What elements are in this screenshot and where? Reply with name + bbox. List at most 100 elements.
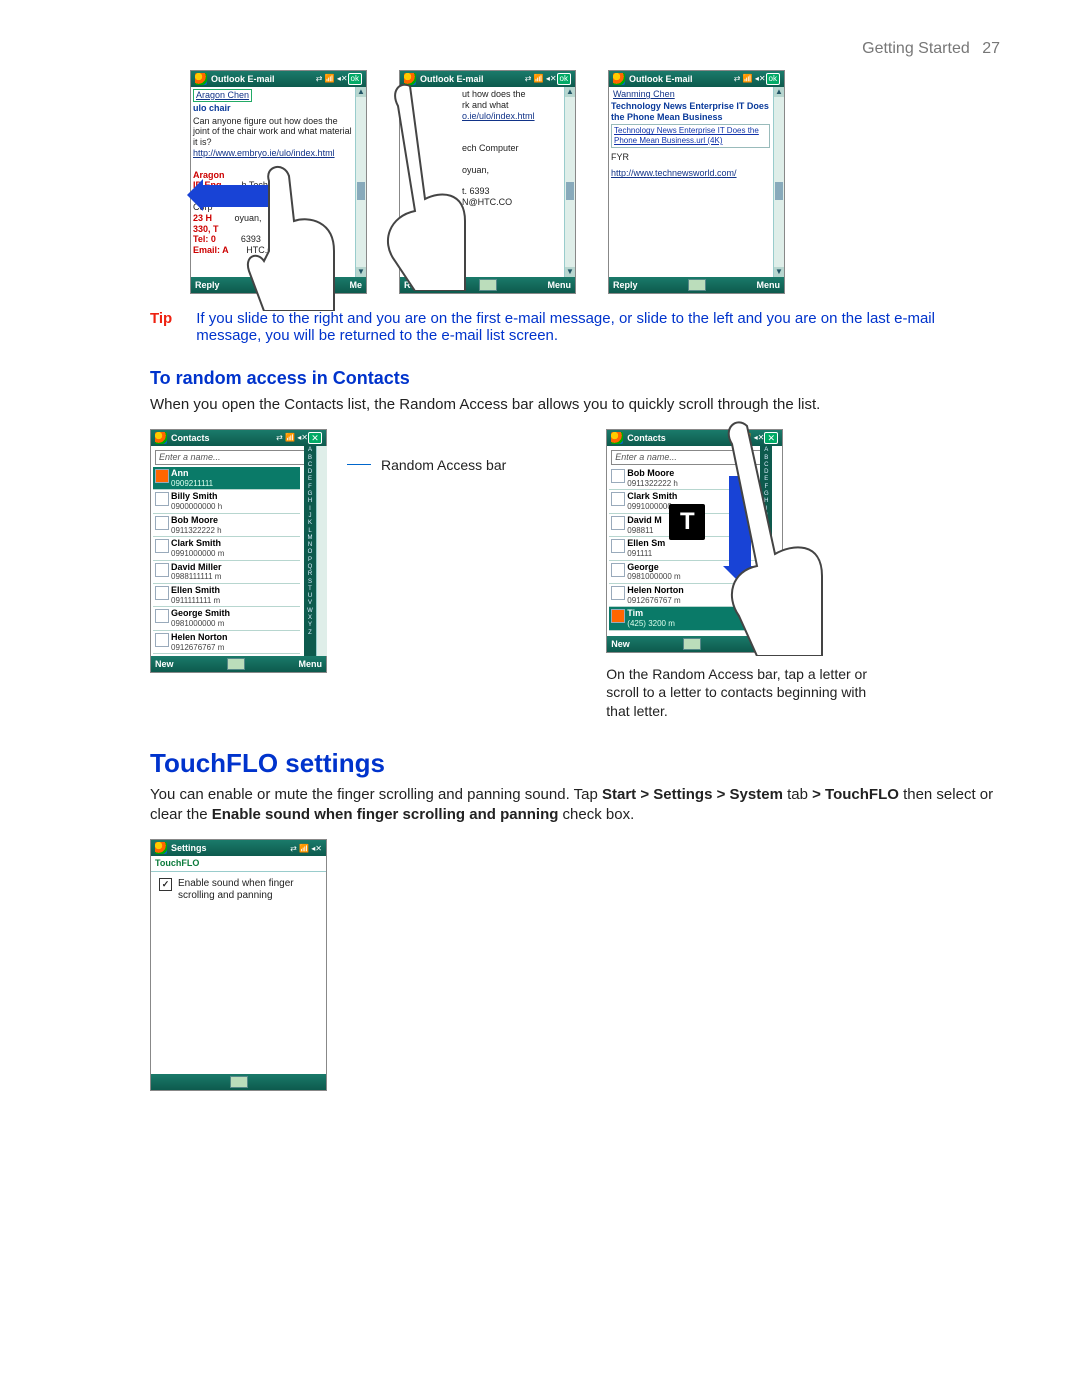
new-button[interactable]: New [611,639,630,650]
titlebar: Outlook E-mail ⇄ 📶 ◂✕ ok [609,71,784,87]
keyboard-icon[interactable] [479,279,497,291]
ok-button[interactable]: ok [557,73,571,85]
email-subject: Technology News Enterprise IT Does the P… [611,101,782,123]
reply-button[interactable]: Reply [613,280,638,291]
email-from[interactable]: Wanming Chen [611,89,677,100]
menu-button[interactable]: Menu [755,639,779,650]
random-access-bar[interactable]: ABCDEFGHIJKLMNOPQRSTUVWXYZ [760,446,772,636]
contact-row[interactable]: Billy Smith0900000000 h [153,490,300,513]
softkey-bar: Reply Menu [609,277,784,293]
system-tray-icons: ⇄ 📶 ◂✕ [276,433,308,443]
contact-icon [611,516,625,530]
settings-tab[interactable]: TouchFLO [151,856,326,872]
contact-row[interactable]: George Smith0981000000 m [153,607,300,630]
contacts-client: Enter a name... ABCDEFGHIJKLMNOPQRSTUVWX… [151,446,326,656]
scrollbar[interactable] [316,446,327,656]
windows-start-icon[interactable] [613,73,625,85]
subsection-heading: To random access in Contacts [150,368,1000,389]
ok-button[interactable]: ok [766,73,780,85]
app-title: Settings [171,843,290,854]
contact-name: Bob Moore [171,515,298,526]
callout-line [347,464,371,465]
system-tray-icons: ⇄ 📶 ◂✕ [525,74,557,84]
windows-start-icon[interactable] [155,842,167,854]
enable-sound-checkbox[interactable]: ✓ Enable sound when finger scrolling and… [159,878,318,902]
windows-start-icon[interactable] [155,432,167,444]
scrollbar[interactable]: ▲▼ [773,87,784,277]
contact-icon [155,633,169,647]
email-client-area: ▲▼ Wanming Chen Technology News Enterpri… [609,87,784,277]
menu-button[interactable]: Menu [298,659,322,670]
close-button[interactable]: ✕ [764,432,778,444]
email-client-area: ▲▼ ut how does the rk and what o.ie/ulo/… [400,87,575,277]
tip-text: If you slide to the right and you are on… [196,310,1000,344]
menu-button[interactable]: Menu [547,280,571,291]
contact-row[interactable]: Helen Norton0912676767 m [153,631,300,654]
contact-number: 0981000000 m [171,619,298,629]
softkey-bar: New Menu [607,636,782,652]
callout-label: Random Access bar [347,457,506,473]
attachment-link[interactable]: Technology News Enterprise IT Does the P… [611,124,770,147]
contact-name: Billy Smith [171,491,298,502]
scrollbar[interactable]: ▲▼ [355,87,366,277]
random-access-bar[interactable]: ABCDEFGHIJKLMNOPQRSTUVWXYZ [304,446,316,656]
contacts-screenshots-row: Contacts ⇄ 📶 ◂✕ ✕ Enter a name... ABCDEF… [150,429,1000,720]
section-name: Getting Started [862,40,970,57]
softkey-bar: New Menu [151,656,326,672]
letter-popup: T [669,504,705,540]
contact-row[interactable]: Tim(425) 3200 m [609,607,756,630]
outlook-email-screenshot-1: Outlook E-mail ⇄ 📶 ◂✕ ok ▲▼ Aragon Chen … [190,70,367,294]
email-body: ut how does the rk and what o.ie/ulo/ind… [402,89,573,208]
contact-name: Clark Smith [171,538,298,549]
swipe-down-arrow [729,476,751,566]
contact-row[interactable]: Bob Moore0911322222 h [153,514,300,537]
contact-number: 0912676767 m [627,596,754,606]
keyboard-icon[interactable] [276,279,294,291]
system-tray-icons: ⇄ 📶 ◂✕ [732,433,764,443]
keyboard-icon[interactable] [227,658,245,670]
app-title: Outlook E-mail [211,74,316,85]
body-text: When you open the Contacts list, the Ran… [150,395,1000,415]
windows-start-icon[interactable] [195,73,207,85]
swipe-left-arrow [203,185,289,207]
search-input[interactable]: Enter a name... [611,450,768,465]
contact-name: Ann [171,468,298,479]
email-link[interactable]: http://www.technewsworld.com/ [611,168,782,179]
contact-number: 0909211111 [171,479,298,489]
menu-button[interactable]: Menu [756,280,780,291]
menu-button[interactable]: Me [349,280,362,291]
outlook-email-screenshot-2: Outlook E-mail ⇄ 📶 ◂✕ ok ▲▼ ut how does … [399,70,576,294]
keyboard-icon[interactable] [688,279,706,291]
contacts-list[interactable]: Ann0909211111Billy Smith0900000000 hBob … [153,467,300,654]
contact-row[interactable]: Helen Norton0912676767 m [609,584,756,607]
contact-icon [611,586,625,600]
scrollbar[interactable]: ▲▼ [564,87,575,277]
email-link[interactable]: o.ie/ulo/index.html [462,111,561,122]
email-from[interactable]: Aragon Chen [193,89,252,102]
contact-icon [611,469,625,483]
checkbox-icon[interactable]: ✓ [159,878,172,891]
contact-number: 0911322222 h [171,526,298,536]
contact-row[interactable]: Ann0909211111 [153,467,300,490]
windows-start-icon[interactable] [611,432,623,444]
contact-row[interactable]: Ellen Smith0911111111 m [153,584,300,607]
app-title: Contacts [171,433,276,444]
close-button[interactable]: ✕ [308,432,322,444]
windows-start-icon[interactable] [404,73,416,85]
section-heading: TouchFLO settings [150,748,1000,779]
page-number: 27 [982,40,1000,57]
email-subject: ulo chair [193,103,364,114]
search-input[interactable]: Enter a name... [155,450,312,465]
keyboard-icon[interactable] [230,1076,248,1088]
callout-text: Random Access bar [381,457,506,473]
keyboard-icon[interactable] [683,638,701,650]
reply-button[interactable]: Reply [404,280,429,291]
reply-button[interactable]: Reply [195,280,220,291]
contact-row[interactable]: Clark Smith0991000000 m [153,537,300,560]
system-tray-icons: ⇄ 📶 ◂✕ [290,844,322,854]
contact-row[interactable]: David Miller0988111111 m [153,561,300,584]
email-link[interactable]: http://www.embryo.ie/ulo/index.html [193,148,352,159]
contact-icon [611,609,625,623]
ok-button[interactable]: ok [348,73,362,85]
new-button[interactable]: New [155,659,174,670]
